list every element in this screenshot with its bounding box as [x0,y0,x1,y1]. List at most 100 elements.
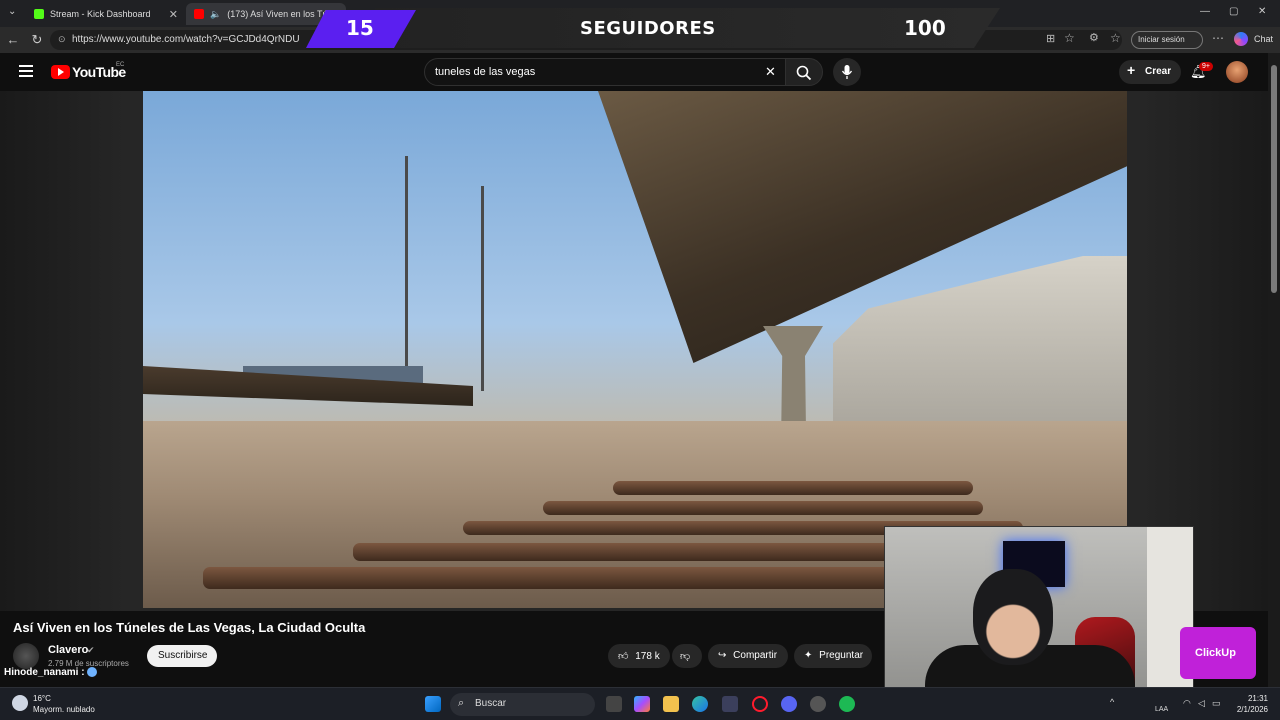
url-text: https://www.youtube.com/watch?v=GCJDd4Qr… [72,34,300,45]
country-code: EC [116,62,125,68]
follower-goal: 100 [904,16,946,40]
edge-icon[interactable] [692,696,708,712]
plus-icon: + [1127,62,1136,78]
search-button[interactable] [785,58,823,86]
signin-label: Iniciar sesión [1138,35,1185,44]
chat-label[interactable]: Chat [1254,34,1273,44]
youtube-tab-icon [194,9,204,19]
close-tab-icon[interactable]: ✕ [169,8,178,21]
wifi-icon[interactable]: ◠ [1183,698,1191,709]
search-input[interactable]: tuneles de las vegas ✕ [424,58,786,86]
close-window-icon[interactable]: ✕ [1258,6,1266,17]
site-info-icon[interactable]: ⊙ [58,34,66,45]
search-icon: ⌕ [458,697,465,709]
video-title: Así Viven en los Túneles de Las Vegas, L… [13,620,366,635]
channel-avatar[interactable] [13,643,39,669]
tab-kick-dashboard[interactable]: Stream - Kick Dashboard ✕ [26,3,186,25]
scrollbar[interactable] [1268,53,1280,687]
discord-icon[interactable] [781,696,797,712]
weather-condition: Mayorm. nublado [33,705,95,714]
subscribe-label: Suscribirse [158,650,208,661]
building [833,256,1127,431]
channel-name[interactable]: Clavero [48,644,88,656]
thumbs-down-icon: 👎︎ [680,651,691,662]
weather-widget[interactable]: 16°C Mayorm. nublado [12,693,95,715]
avatar[interactable] [1226,61,1248,83]
taskbar-search-label: Buscar [475,698,507,709]
follower-count: 15 [346,16,374,40]
date: 2/1/2026 [1236,705,1268,714]
street-light [481,186,484,391]
like-count: 178 k [635,651,660,662]
like-button[interactable]: 👍︎ 178 k [608,644,670,668]
store-icon[interactable] [722,696,738,712]
volume-icon[interactable]: ◁ [1198,698,1205,709]
opera-icon[interactable] [752,696,768,712]
app-icon[interactable] [810,696,826,712]
time: 21:31 [1247,694,1268,703]
dislike-button[interactable]: 👎︎ [672,644,702,668]
verified-icon: ✔ [87,645,95,655]
task-view-icon[interactable] [606,696,622,712]
share-label: Compartir [733,650,778,661]
share-icon: ↪ [718,650,727,661]
streamer-head [973,569,1053,665]
chevron-up-icon[interactable]: ^ [1110,697,1114,707]
webcam-overlay [884,526,1194,701]
maximize-icon[interactable]: ▢ [1229,6,1238,17]
thumbs-up-icon: 👍︎ [618,651,629,662]
file-explorer-icon[interactable] [663,696,679,712]
battery-icon[interactable]: ▭ [1212,698,1221,709]
weather-icon [12,695,28,711]
clock[interactable]: 21:31 2/1/2026 [1228,693,1268,715]
copilot-icon[interactable] [1234,32,1248,46]
menu-icon[interactable] [19,65,33,77]
scrollbar-thumb[interactable] [1271,65,1277,293]
sponsor-banner: ClickUp [1180,627,1256,679]
chat-emote-icon [87,667,98,678]
spotify-icon[interactable] [839,696,855,712]
favorite-icon[interactable]: ☆ [1064,31,1075,45]
tab-list-icon[interactable]: ⌄ [8,6,16,17]
rail-tie [543,501,983,515]
voice-search-button[interactable] [833,58,861,86]
follower-goal-overlay: 15 SEGUIDORES 100 [280,8,1000,48]
youtube-logo-icon[interactable] [51,65,70,79]
youtube-header: YouTube EC tuneles de las vegas ✕ + Crea… [0,53,1280,91]
ask-label: Preguntar [819,650,864,661]
search-icon [796,65,812,81]
language-indicator[interactable]: LAA [1155,706,1168,713]
chat-username: Hinode_nanami : [4,667,85,678]
microphone-icon [841,65,853,79]
notifications-badge: 9+ [1199,62,1213,71]
apps-icon[interactable]: ⊞ [1046,32,1055,45]
copilot-taskbar-icon[interactable] [634,696,650,712]
overlay-title: SEGUIDORES [580,18,716,39]
kick-icon [34,9,44,19]
subscribe-button[interactable]: Suscribirse [147,645,217,667]
speaker-icon[interactable]: 🔈 [210,9,221,20]
taskbar: 16°C Mayorm. nublado ⌕ Buscar ^ LAA ◠ ◁ … [0,687,1280,720]
tab-title: Stream - Kick Dashboard [50,9,151,19]
reload-icon[interactable]: ↻ [29,32,45,48]
signin-button[interactable]: Iniciar sesión [1131,31,1203,49]
extensions-icon[interactable]: ⚙ [1089,31,1099,44]
back-icon[interactable]: ← [5,32,21,47]
create-label: Crear [1145,66,1172,77]
temperature: 16°C [33,694,51,703]
ask-button[interactable]: ✦ Preguntar [794,644,872,668]
taskbar-search[interactable]: ⌕ Buscar [450,693,595,716]
rail-tie [613,481,973,495]
clear-search-icon[interactable]: ✕ [765,64,776,80]
minimize-icon[interactable]: — [1200,6,1210,17]
sponsor-label: ClickUp [1195,647,1236,659]
create-button[interactable]: + Crear [1119,60,1181,84]
more-icon[interactable]: ⋯ [1212,31,1224,45]
sparkle-icon: ✦ [804,650,813,661]
favorites-bar-icon[interactable]: ☆ [1110,31,1121,45]
share-button[interactable]: ↪ Compartir [708,644,788,668]
windows-start-icon[interactable] [425,696,441,712]
chat-message: Hinode_nanami : [4,667,98,678]
search-value: tuneles de las vegas [435,66,536,78]
street-light [405,156,408,386]
